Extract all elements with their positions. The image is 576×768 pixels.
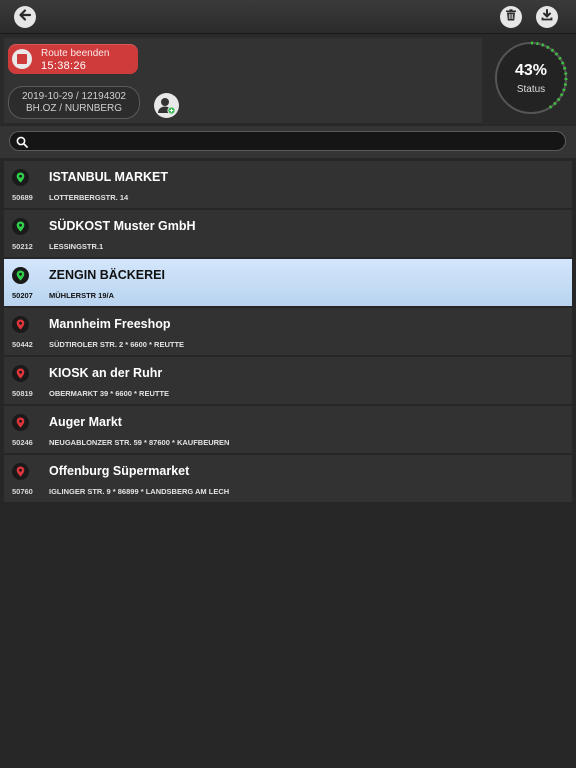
stop-icon — [12, 49, 32, 69]
list-item[interactable]: KIOSK an der Ruhr 50819 OBERMARKT 39 * 660… — [4, 357, 572, 406]
route-timer: 15:38:26 — [41, 60, 87, 72]
arrow-left-icon — [18, 8, 32, 27]
stop-id: 50442 — [12, 340, 33, 349]
location-pin-icon — [12, 365, 29, 382]
stop-name: KIOSK an der Ruhr — [49, 366, 163, 380]
list-item[interactable]: Offenburg Süpermarket 50760 IGLINGER STR. … — [4, 455, 572, 504]
location-pin-icon — [12, 414, 29, 431]
top-toolbar — [0, 0, 576, 34]
list-item[interactable]: ZENGIN BÄCKEREI 50207 MÜHLERSTR 19/A — [4, 259, 572, 308]
list-item[interactable]: Auger Markt 50246 NEUGABLONZER STR. 59 * 8… — [4, 406, 572, 455]
stop-address: SÜDTIROLER STR. 2 * 6600 * REUTTE — [49, 340, 185, 349]
stop-name: SÜDKOST Muster GmbH — [49, 219, 196, 233]
location-pin-icon — [12, 316, 29, 333]
list-item[interactable]: Mannheim Freeshop 50442 SÜDTIROLER STR. 2 … — [4, 308, 572, 357]
download-button[interactable] — [536, 6, 558, 28]
route-date-id: 2019-10-29 / 12194302 — [22, 91, 126, 102]
status-label: Status — [516, 84, 546, 95]
download-icon — [541, 8, 553, 26]
stop-id: 50207 — [12, 291, 33, 300]
stop-address: IGLINGER STR. 9 * 86899 * LANDSBERG AM L… — [49, 487, 230, 496]
stop-name: ISTANBUL MARKET — [49, 170, 168, 184]
end-route-button[interactable]: Route beenden 15:38:26 — [8, 44, 138, 74]
stop-address: NEUGABLONZER STR. 59 * 87600 * KAUFBEURE… — [49, 438, 230, 447]
route-info-pill[interactable]: 2019-10-29 / 12194302 BH.OZ / NURNBERG — [8, 86, 140, 119]
location-pin-icon — [12, 463, 29, 480]
stop-id: 50212 — [12, 242, 33, 251]
stop-name: Mannheim Freeshop — [49, 317, 171, 331]
stop-address: OBERMARKT 39 * 6600 * REUTTE — [49, 389, 170, 398]
list-item[interactable]: SÜDKOST Muster GmbH 50212 LESSINGSTR.1 — [4, 210, 572, 259]
list-item[interactable]: ISTANBUL MARKET 50689 LOTTERBERGSTR. 14 — [4, 161, 572, 210]
location-pin-icon — [12, 267, 29, 284]
search-input[interactable] — [9, 131, 566, 151]
stop-name: ZENGIN BÄCKEREI — [49, 268, 165, 282]
search-bar — [0, 126, 576, 158]
stop-list: ISTANBUL MARKET 50689 LOTTERBERGSTR. 14 SÜD… — [4, 161, 572, 504]
back-button[interactable] — [14, 6, 36, 28]
end-route-label: Route beenden — [41, 48, 110, 59]
trash-icon — [505, 8, 517, 26]
status-percent: 43% — [514, 62, 548, 79]
stop-address: LOTTERBERGSTR. 14 — [49, 193, 129, 202]
stop-name: Offenburg Süpermarket — [49, 464, 190, 478]
add-user-icon — [154, 98, 179, 122]
stop-id: 50246 — [12, 438, 33, 447]
location-pin-icon — [12, 169, 29, 186]
stop-address: MÜHLERSTR 19/A — [49, 291, 115, 300]
stop-name: Auger Markt — [49, 415, 122, 429]
delete-button[interactable] — [500, 6, 522, 28]
add-user-button[interactable] — [154, 93, 179, 118]
location-pin-icon — [12, 218, 29, 235]
stop-address: LESSINGSTR.1 — [49, 242, 104, 251]
stop-id: 50760 — [12, 487, 33, 496]
stop-id: 50689 — [12, 193, 33, 202]
route-location: BH.OZ / NURNBERG — [25, 103, 123, 114]
search-icon — [16, 135, 28, 153]
stop-id: 50819 — [12, 389, 33, 398]
